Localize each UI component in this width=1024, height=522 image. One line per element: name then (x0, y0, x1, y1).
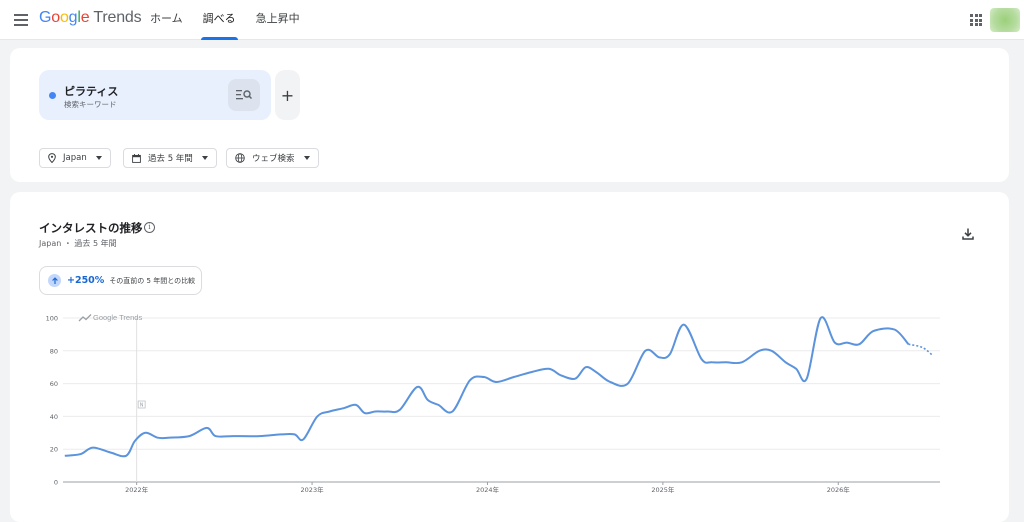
interest-over-time-card: インタレストの推移 i Japan ・ 過去 5 年間 +250% その直前の … (10, 192, 1009, 522)
globe-icon (235, 153, 245, 163)
search-type-filter-label: ウェブ検索 (252, 154, 295, 164)
period-filter-label: 過去 5 年間 (148, 154, 193, 164)
search-term-name: ピラティス (64, 85, 119, 98)
period-filter[interactable]: 過去 5 年間 (123, 148, 217, 168)
annotation-marker-label: N (140, 403, 144, 409)
nav-trending[interactable]: 急上昇中 (246, 0, 310, 40)
x-tick-label: 2022年 (125, 485, 149, 494)
y-tick-label: 20 (50, 446, 58, 454)
x-tick-label: 2025年 (651, 485, 675, 494)
top-app-bar: Google Trends ホーム 調べる 急上昇中 (0, 0, 1024, 40)
search-term-type: 検索キーワード (64, 100, 117, 109)
location-pin-icon (48, 153, 56, 163)
series-line-partial (908, 343, 934, 357)
region-filter[interactable]: Japan (39, 148, 111, 168)
nav-home[interactable]: ホーム (140, 0, 193, 40)
y-tick-label: 100 (46, 315, 58, 323)
change-term-button[interactable] (228, 79, 260, 111)
search-type-filter[interactable]: ウェブ検索 (226, 148, 319, 168)
chevron-down-icon (303, 156, 310, 160)
x-tick-label: 2024年 (476, 485, 500, 494)
y-tick-label: 60 (50, 380, 58, 388)
hamburger-menu-icon[interactable] (14, 12, 30, 26)
google-apps-icon[interactable] (970, 14, 982, 26)
search-term-chip[interactable]: ピラティス 検索キーワード (39, 70, 271, 120)
y-tick-label: 0 (54, 479, 58, 487)
calendar-icon (132, 153, 141, 163)
x-tick-label: 2023年 (301, 485, 325, 494)
chart-watermark: Google Trends (93, 313, 142, 322)
chevron-down-icon (95, 156, 102, 160)
region-filter-label: Japan (63, 153, 87, 163)
main-nav: ホーム 調べる 急上昇中 (140, 0, 310, 40)
account-avatar[interactable] (990, 8, 1020, 32)
series-color-dot (49, 92, 56, 99)
interest-line-chart: Google Trends 0 20 40 60 80 100 2022年 2023年 2024… (46, 313, 940, 494)
y-tick-label: 80 (50, 347, 58, 355)
x-tick-label: 2026年 (827, 485, 851, 494)
y-tick-label: 40 (50, 413, 58, 421)
add-comparison-button[interactable]: + (275, 70, 300, 120)
series-line-pilates (64, 316, 910, 458)
nav-explore[interactable]: 調べる (193, 0, 246, 40)
chevron-down-icon (201, 156, 208, 160)
google-trends-logo[interactable]: Google Trends (39, 9, 142, 27)
search-refine-icon (236, 90, 252, 100)
search-term-card: ピラティス 検索キーワード + Japan 過去 5 年間 ウェブ検索 (10, 48, 1009, 182)
